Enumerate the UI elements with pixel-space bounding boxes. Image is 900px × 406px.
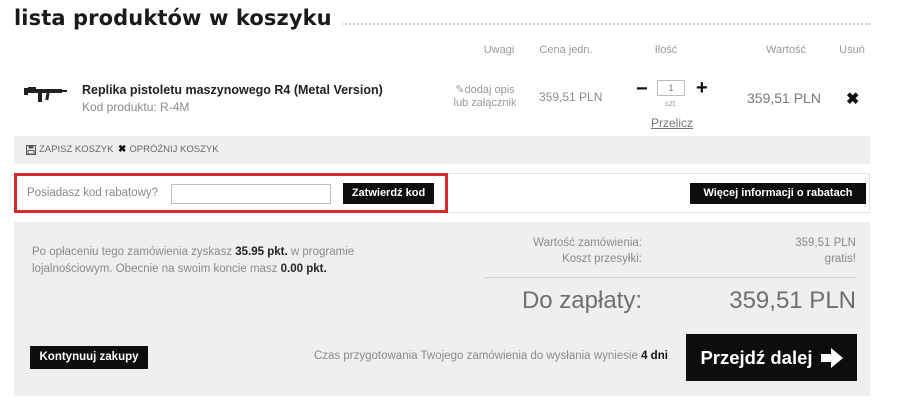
- rifle-icon: [24, 87, 67, 102]
- add-note-link[interactable]: ✎dodaj opis lub załącznik: [452, 84, 518, 110]
- preparation-time: Czas przygotowania Twojego zamówienia do…: [314, 350, 668, 362]
- column-header-value: Wartość: [766, 44, 806, 56]
- save-cart-label: ZAPISZ KOSZYK: [39, 144, 114, 155]
- discount-info-button[interactable]: Więcej informacji o rabatach: [690, 183, 866, 204]
- quantity-unit: szt.: [664, 99, 678, 108]
- recalculate-link[interactable]: Przelicz: [651, 116, 693, 130]
- page-header: lista produktów w koszyku: [14, 6, 870, 40]
- loyalty-points: 35.95 pkt.: [235, 246, 288, 258]
- order-value: 359,51 PLN: [795, 237, 856, 249]
- close-icon: ✖: [118, 144, 127, 155]
- column-header-unit-price: Cena jedn.: [539, 44, 593, 56]
- item-total: 359,51 PLN: [747, 90, 821, 106]
- cart-item-row: Replika pistoletu maszynowego R4 (Metal …: [14, 62, 870, 136]
- quantity-input[interactable]: 1: [657, 80, 685, 96]
- column-header-remove: Usuń: [839, 44, 865, 56]
- continue-shopping-button[interactable]: Kontynuuj zakupy: [30, 346, 148, 369]
- column-header-notes: Uwagi: [483, 44, 515, 56]
- shipping-cost-label: Koszt przesyłki:: [562, 253, 642, 265]
- unit-price: 359,51 PLN: [539, 90, 603, 104]
- loyalty-info: Po opłaceniu tego zamówienia zyskasz 35.…: [32, 244, 392, 278]
- add-note-line2: lub załącznik: [453, 97, 517, 109]
- arrow-right-icon: [820, 347, 843, 368]
- cart-actions-bar: ZAPISZ KOSZYK ✖ OPRÓŻNIJ KOSZYK: [14, 136, 870, 164]
- order-value-label: Wartość zamówienia:: [533, 237, 642, 249]
- empty-cart-button[interactable]: ✖ OPRÓŻNIJ KOSZYK: [118, 144, 219, 155]
- shipping-cost-value: gratis!: [824, 253, 856, 265]
- amount-due-label: Do zapłaty:: [521, 287, 642, 314]
- proceed-button[interactable]: Przejdź dalej: [686, 334, 857, 381]
- amount-due-value: 359,51 PLN: [729, 287, 856, 314]
- highlight-box: [14, 173, 448, 213]
- quantity-decrease-button[interactable]: −: [636, 79, 648, 99]
- order-summary-panel: Po opłaceniu tego zamówienia zyskasz 35.…: [14, 222, 870, 396]
- add-note-line1: dodaj opis: [464, 84, 515, 96]
- product-code: Kod produktu: R-4M: [82, 100, 190, 114]
- loyalty-text-pre: Po opłaceniu tego zamówienia zyskasz: [32, 246, 236, 258]
- summary-divider: [484, 277, 856, 278]
- page-title: lista produktów w koszyku: [14, 6, 342, 30]
- remove-item-icon[interactable]: ✖: [846, 89, 859, 109]
- save-cart-button[interactable]: ZAPISZ KOSZYK: [26, 144, 113, 155]
- empty-cart-label: OPRÓŻNIJ KOSZYK: [129, 144, 219, 155]
- column-header-quantity: Ilość: [654, 44, 678, 56]
- preparation-days: 4 dni: [641, 350, 668, 362]
- loyalty-balance: 0.00 pkt.: [280, 263, 327, 275]
- floppy-icon: [26, 144, 36, 155]
- preparation-time-text: Czas przygotowania Twojego zamówienia do…: [314, 350, 642, 362]
- product-name[interactable]: Replika pistoletu maszynowego R4 (Metal …: [82, 83, 383, 97]
- pencil-icon: ✎: [455, 84, 465, 96]
- quantity-increase-button[interactable]: +: [696, 78, 708, 98]
- proceed-button-label: Przejdź dalej: [700, 347, 813, 368]
